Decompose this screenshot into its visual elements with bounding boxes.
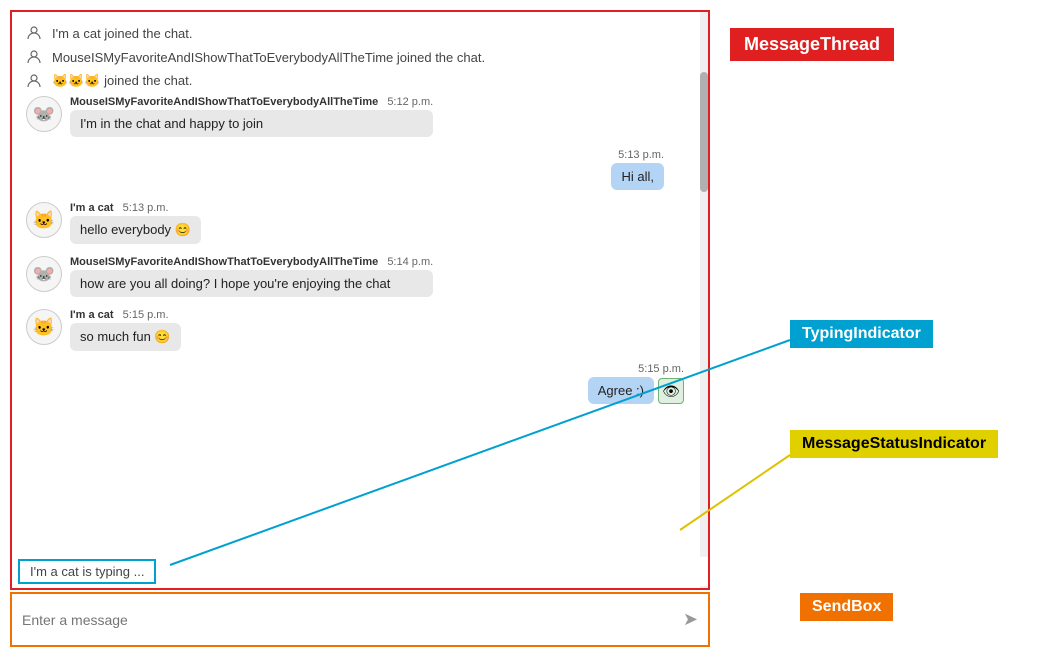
bubble-meta-msg1: MouseISMyFavoriteAndIShowThatToEverybody…	[70, 96, 433, 108]
bubble-text-msg3: hello everybody 😊	[80, 222, 191, 237]
avatar-cat-2: 🐱	[26, 309, 62, 345]
chat-row-msg1: 🐭 MouseISMyFavoriteAndIShowThatToEverybo…	[26, 96, 694, 137]
bubble-group-msg4: MouseISMyFavoriteAndIShowThatToEverybody…	[70, 256, 433, 297]
bubble-msg4: how are you all doing? I hope you're enj…	[70, 270, 433, 297]
message-thread: I'm a cat joined the chat. MouseISMyFavo…	[10, 10, 710, 590]
sender-name-msg4: MouseISMyFavoriteAndIShowThatToEverybody…	[70, 256, 378, 268]
bubble-msg3: hello everybody 😊	[70, 216, 201, 244]
sendbox-label: SendBox	[800, 593, 893, 621]
bubble-meta-msg6: 5:15 p.m.	[588, 363, 684, 375]
chat-row-msg6: 5:15 p.m. Agree :) 👁	[26, 363, 694, 404]
bubble-meta-msg5: I'm a cat 5:15 p.m.	[70, 309, 181, 321]
user-join-icon-3	[26, 72, 44, 90]
system-message-2: MouseISMyFavoriteAndIShowThatToEverybody…	[26, 48, 694, 66]
typing-indicator-label: TypingIndicator	[790, 320, 933, 348]
system-message-2-text: MouseISMyFavoriteAndIShowThatToEverybody…	[52, 50, 485, 65]
bubble-msg5: so much fun 😊	[70, 323, 181, 351]
bubble-text-msg1: I'm in the chat and happy to join	[80, 116, 263, 131]
scrollbar-thumb[interactable]	[700, 72, 708, 192]
bubble-msg6: Agree :)	[588, 377, 654, 404]
send-button[interactable]: ➤	[683, 609, 698, 630]
avatar-mouse-2: 🐭	[26, 256, 62, 292]
bubble-text-msg2: Hi all,	[621, 169, 654, 184]
chat-row-msg3: 🐱 I'm a cat 5:13 p.m. hello everybody 😊	[26, 202, 694, 244]
chat-row-msg5: 🐱 I'm a cat 5:15 p.m. so much fun 😊	[26, 309, 694, 351]
messages-area: I'm a cat joined the chat. MouseISMyFavo…	[12, 12, 708, 558]
system-message-3: 🐱🐱🐱 joined the chat.	[26, 72, 694, 90]
timestamp-msg4: 5:14 p.m.	[387, 256, 433, 268]
bubble-text-msg5: so much fun 😊	[80, 329, 171, 344]
bubble-text-msg4: how are you all doing? I hope you're enj…	[80, 276, 390, 291]
bubble-group-msg5: I'm a cat 5:15 p.m. so much fun 😊	[70, 309, 181, 351]
scrollbar-track[interactable]	[700, 12, 708, 588]
bubble-msg2: Hi all,	[611, 163, 664, 190]
system-message-1: I'm a cat joined the chat.	[26, 24, 694, 42]
chat-row-msg4: 🐭 MouseISMyFavoriteAndIShowThatToEverybo…	[26, 256, 694, 297]
bubble-text-msg6: Agree :)	[598, 383, 644, 398]
typing-indicator-text: I'm a cat is typing ...	[30, 564, 144, 579]
bubble-group-msg3: I'm a cat 5:13 p.m. hello everybody 😊	[70, 202, 201, 244]
bubble-group-right-msg6: 5:15 p.m. Agree :) 👁	[588, 363, 684, 404]
bubble-meta-msg2: 5:13 p.m.	[611, 149, 664, 161]
user-join-icon	[26, 24, 44, 42]
system-message-3-text: 🐱🐱🐱 joined the chat.	[52, 73, 192, 89]
bubble-meta-msg4: MouseISMyFavoriteAndIShowThatToEverybody…	[70, 256, 433, 268]
bubble-group-msg1: MouseISMyFavoriteAndIShowThatToEverybody…	[70, 96, 433, 137]
sendbox-input[interactable]	[22, 612, 675, 628]
bubble-meta-msg3: I'm a cat 5:13 p.m.	[70, 202, 201, 214]
avatar-mouse: 🐭	[26, 96, 62, 132]
sender-name-msg3: I'm a cat	[70, 202, 114, 214]
timestamp-msg3: 5:13 p.m.	[123, 202, 169, 214]
timestamp-msg5: 5:15 p.m.	[123, 309, 169, 321]
bubble-group-right-msg2: 5:13 p.m. Hi all,	[611, 149, 664, 190]
typing-indicator-row: I'm a cat is typing ...	[14, 557, 708, 586]
system-message-1-text: I'm a cat joined the chat.	[52, 26, 193, 41]
timestamp-msg1: 5:12 p.m.	[387, 96, 433, 108]
typing-indicator: I'm a cat is typing ...	[18, 559, 156, 584]
chat-row-msg2: 5:13 p.m. Hi all,	[26, 149, 694, 190]
message-status-indicator-label: MessageStatusIndicator	[790, 430, 998, 458]
message-thread-label: MessageThread	[730, 28, 894, 61]
message-status-indicator: 👁	[658, 378, 684, 404]
avatar-cat: 🐱	[26, 202, 62, 238]
seen-icon: 👁	[662, 383, 680, 400]
sendbox[interactable]: ➤	[10, 592, 710, 647]
sender-name-msg1: MouseISMyFavoriteAndIShowThatToEverybody…	[70, 96, 378, 108]
sender-name-msg5: I'm a cat	[70, 309, 114, 321]
bubble-msg1: I'm in the chat and happy to join	[70, 110, 433, 137]
user-join-icon-2	[26, 48, 44, 66]
